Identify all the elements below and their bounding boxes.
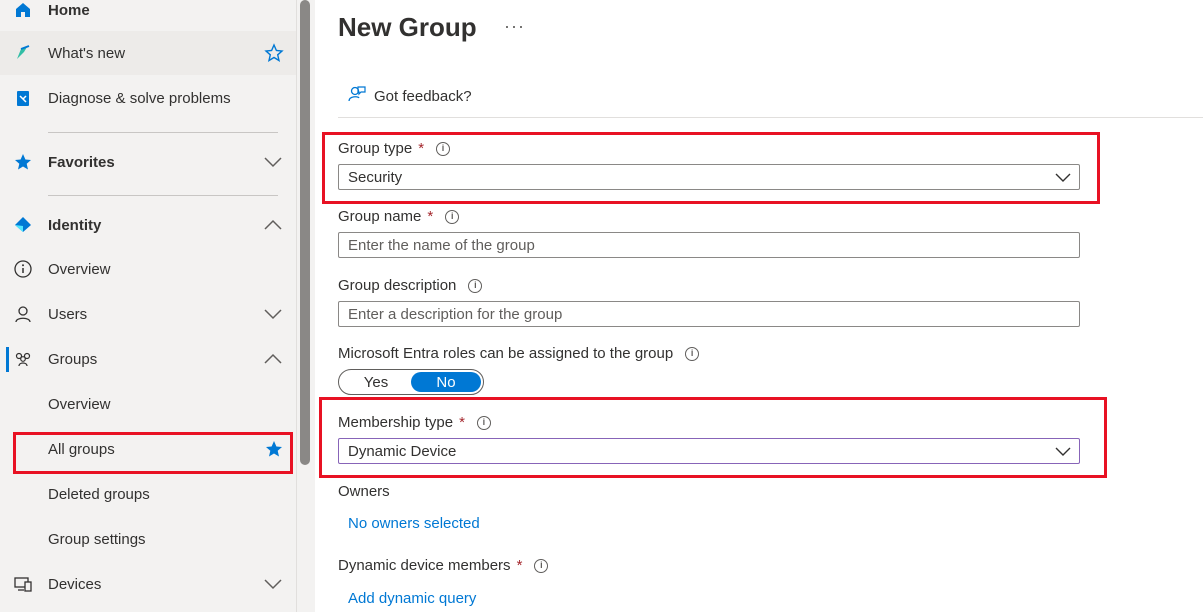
nav-divider [48, 195, 278, 196]
info-icon[interactable]: i [445, 209, 460, 224]
chevron-down-icon [1055, 170, 1071, 187]
entra-roles-toggle[interactable]: Yes No [338, 369, 484, 395]
chevron-up-icon[interactable] [262, 348, 284, 370]
nav-devices-label: Devices [48, 575, 102, 593]
feedback-label: Got feedback? [374, 87, 472, 105]
nav-divider [48, 132, 278, 133]
nav-whats-new-label: What's new [48, 44, 126, 62]
nav-overview-label: Overview [48, 260, 111, 278]
nav-home-label: Home [48, 1, 90, 19]
entra-roles-label: Microsoft Entra roles can be assigned to… [338, 345, 700, 362]
nav-diagnose-label: Diagnose & solve problems [48, 89, 231, 107]
required-marker: * [459, 414, 465, 431]
group-type-label: Group type * i [338, 140, 451, 157]
star-filled-icon [13, 152, 33, 172]
nav-home[interactable]: Home [0, 0, 296, 32]
group-name-label: Group name * i [338, 208, 460, 225]
command-bar-divider [338, 117, 1203, 118]
chevron-up-icon[interactable] [262, 214, 284, 236]
feedback-icon [346, 84, 366, 108]
nav-users[interactable]: Users [0, 292, 296, 336]
membership-type-label-text: Membership type [338, 414, 454, 431]
main-content: New Group ··· Got feedback? Group type *… [314, 0, 1203, 612]
chevron-down-icon [1055, 444, 1071, 461]
user-icon [13, 304, 33, 324]
owners-label: Owners [338, 483, 390, 500]
membership-type-label: Membership type * i [338, 414, 491, 431]
groups-icon [13, 349, 33, 369]
toggle-no-option[interactable]: No [411, 372, 481, 392]
group-type-value: Security [348, 168, 403, 186]
nav-identity[interactable]: Identity [0, 203, 296, 247]
info-icon[interactable]: i [476, 415, 491, 430]
nav-favorites-label: Favorites [48, 153, 115, 171]
group-type-dropdown[interactable]: Security [338, 164, 1080, 190]
nav-deleted-groups[interactable]: Deleted groups [0, 472, 296, 516]
nav-groups-overview[interactable]: Overview [0, 382, 296, 426]
owners-label-text: Owners [338, 483, 390, 500]
owners-link[interactable]: No owners selected [348, 515, 480, 532]
identity-diamond-icon [13, 215, 33, 235]
required-marker: * [516, 557, 523, 574]
devices-icon [13, 574, 33, 594]
nav-devices[interactable]: Devices [0, 562, 296, 606]
feedback-button[interactable]: Got feedback? [346, 84, 472, 108]
nav-diagnose[interactable]: Diagnose & solve problems [0, 76, 296, 120]
home-icon [13, 0, 33, 20]
required-marker: * [418, 140, 425, 157]
megaphone-icon [13, 43, 33, 63]
nav-groups[interactable]: Groups [0, 337, 296, 381]
info-icon[interactable]: i [436, 141, 451, 156]
chevron-down-icon[interactable] [262, 151, 284, 173]
more-options-button[interactable]: ··· [504, 16, 525, 37]
dynamic-members-label: Dynamic device members * i [338, 557, 549, 574]
nav-group-settings[interactable]: Group settings [0, 517, 296, 561]
group-name-input[interactable] [338, 232, 1080, 258]
nav-groups-overview-label: Overview [48, 395, 111, 413]
group-description-label-text: Group description [338, 277, 457, 294]
group-type-label-text: Group type [338, 140, 413, 157]
entra-roles-label-text: Microsoft Entra roles can be assigned to… [338, 345, 674, 362]
nav-groups-label: Groups [48, 350, 98, 368]
chevron-down-icon[interactable] [262, 303, 284, 325]
group-description-input[interactable] [338, 301, 1080, 327]
nav-favorites[interactable]: Favorites [0, 140, 296, 184]
nav-whats-new[interactable]: What's new [0, 31, 296, 75]
info-circle-icon [13, 259, 33, 279]
star-filled-icon[interactable] [263, 438, 285, 460]
page-title: New Group [338, 12, 477, 42]
nav-deleted-groups-label: Deleted groups [48, 485, 150, 503]
membership-type-dropdown[interactable]: Dynamic Device [338, 438, 1080, 464]
nav-identity-label: Identity [48, 216, 102, 234]
nav-users-label: Users [48, 305, 88, 323]
info-icon[interactable]: i [534, 558, 549, 573]
required-marker: * [427, 208, 434, 225]
group-name-label-text: Group name [338, 208, 422, 225]
nav-all-groups[interactable]: All groups [0, 427, 296, 471]
nav-group-settings-label: Group settings [48, 530, 146, 548]
nav-overview[interactable]: Overview [0, 247, 296, 291]
group-description-label: Group description i [338, 277, 483, 294]
info-icon[interactable]: i [468, 278, 483, 293]
dynamic-members-label-text: Dynamic device members [338, 557, 511, 574]
toolbox-icon [13, 88, 33, 108]
nav-all-groups-label: All groups [48, 440, 115, 458]
info-icon[interactable]: i [685, 346, 700, 361]
chevron-down-icon[interactable] [262, 573, 284, 595]
membership-type-value: Dynamic Device [348, 442, 457, 460]
left-nav: Home What's new Diagnose & solve problem… [0, 0, 296, 612]
sidebar-scrollbar-thumb[interactable] [300, 0, 310, 465]
star-outline-icon[interactable] [263, 42, 285, 64]
toggle-yes-option[interactable]: Yes [341, 372, 411, 392]
add-dynamic-query-link[interactable]: Add dynamic query [348, 590, 476, 607]
